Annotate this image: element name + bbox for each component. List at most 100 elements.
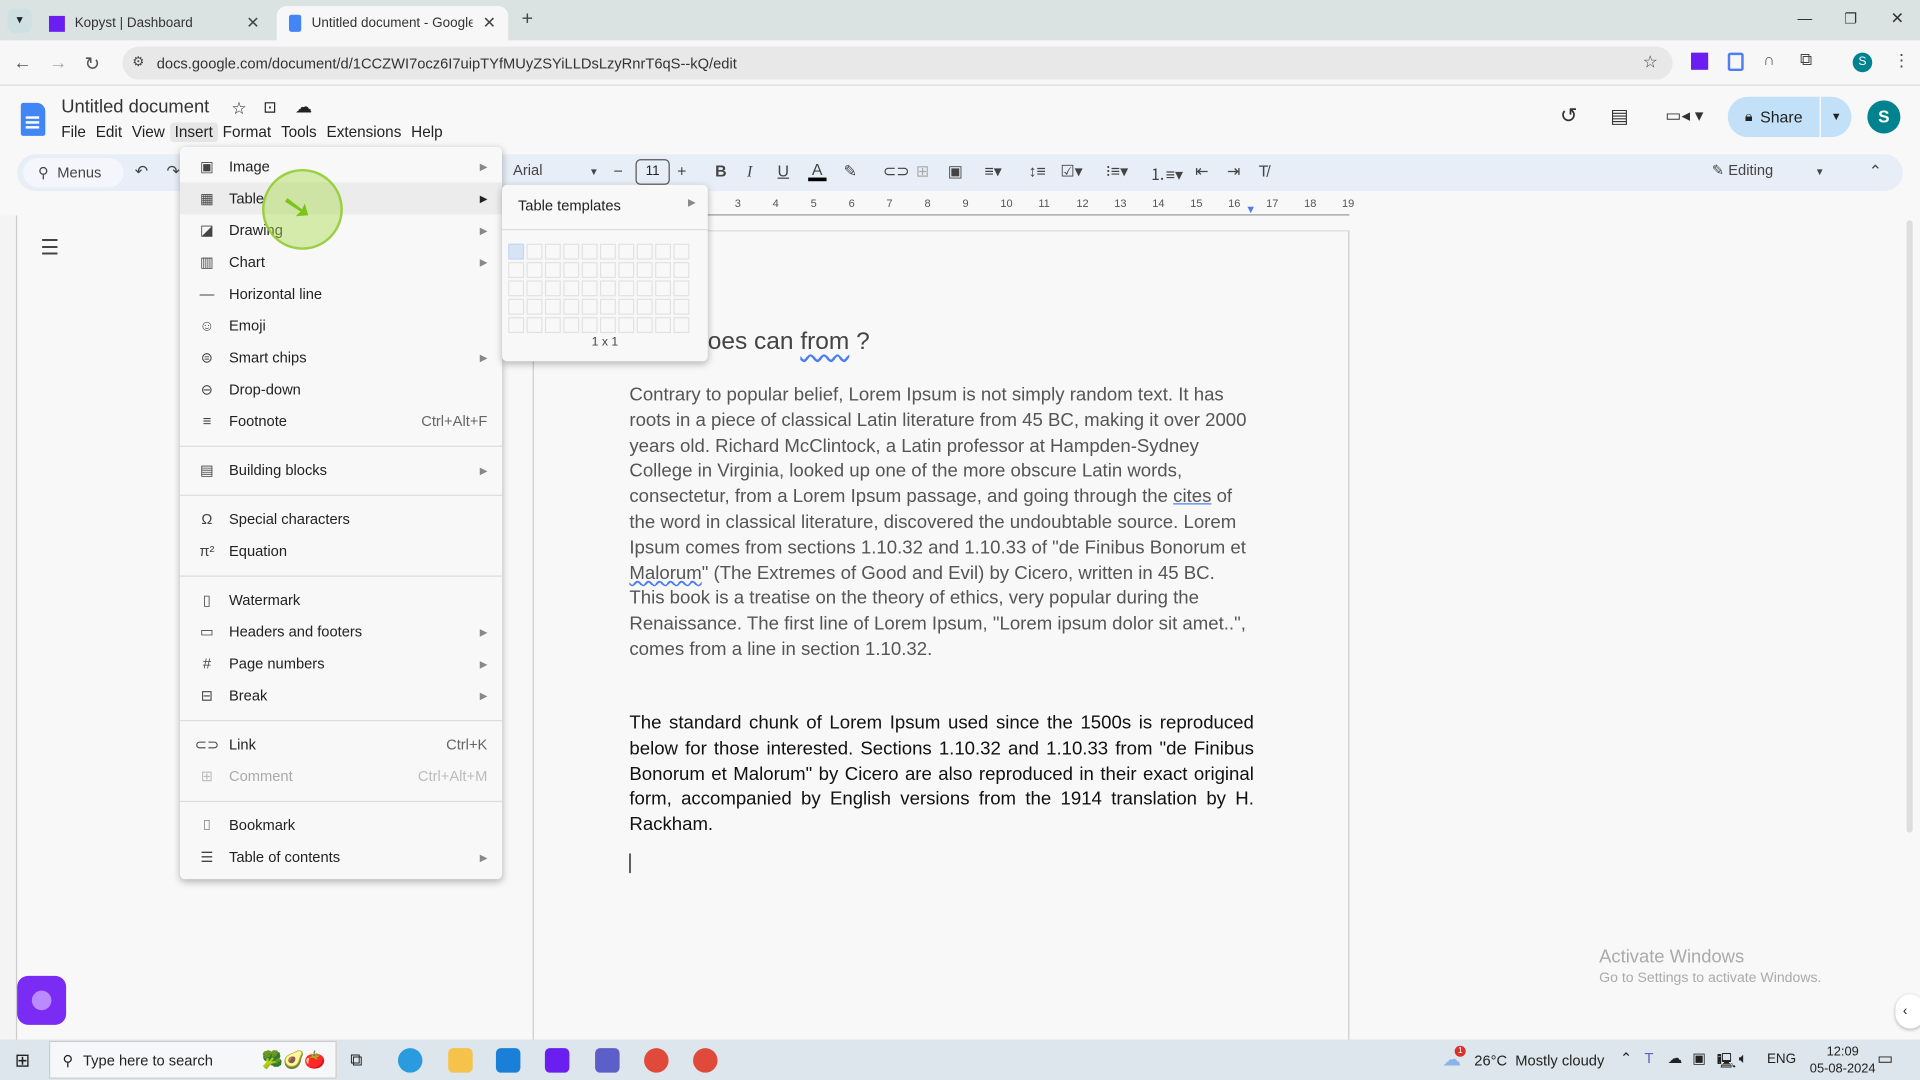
onedrive-icon[interactable]: ☁ xyxy=(1668,1049,1683,1066)
menu-item-emoji[interactable]: ☺ Emoji xyxy=(180,310,502,342)
table-grid-cell[interactable] xyxy=(618,243,635,260)
meet-icon[interactable]: ▭◂ ▾ xyxy=(1665,105,1703,126)
table-grid-cell[interactable] xyxy=(636,262,653,278)
editing-mode-select[interactable]: ✎ Editing ▼ xyxy=(1712,162,1825,179)
bookmark-star-icon[interactable]: ☆ xyxy=(1643,51,1658,72)
profile-avatar[interactable]: S xyxy=(1852,52,1873,73)
windows-start-icon[interactable]: ⊞ xyxy=(15,1049,30,1072)
table-grid-cell[interactable] xyxy=(618,317,635,334)
insert-image-icon[interactable]: ▣ xyxy=(948,162,963,182)
increase-indent-icon[interactable]: ⇥ xyxy=(1227,162,1240,182)
table-grid-cell[interactable] xyxy=(636,280,653,297)
table-grid-cell[interactable] xyxy=(526,262,543,278)
share-button[interactable]: 🔒︎ Share ▼ xyxy=(1727,96,1852,138)
menu-item-equation[interactable]: π² Equation xyxy=(180,535,502,567)
clock[interactable]: 12:09 05-08-2024 xyxy=(1810,1043,1876,1077)
menu-format[interactable]: Format xyxy=(218,122,276,142)
table-grid-cell[interactable] xyxy=(563,298,580,315)
menu-item-table-of-contents[interactable]: ☰ Table of contents ▶ xyxy=(180,841,502,873)
table-grid-cell[interactable] xyxy=(581,298,598,315)
table-grid-cell[interactable] xyxy=(544,243,561,260)
taskbar-search-input[interactable]: ⚲ Type here to search 🥦🥑🍅 xyxy=(48,1040,337,1079)
bold-icon[interactable]: B xyxy=(715,162,726,180)
menu-item-horizontal-line[interactable]: — Horizontal line xyxy=(180,278,502,310)
line-spacing-icon[interactable]: ↕≡ xyxy=(1029,162,1046,180)
url-input[interactable]: ⚙ docs.google.com/document/d/1CCZWI7ocz6… xyxy=(122,46,1673,80)
menu-item-drop-down[interactable]: ⊖ Drop-down xyxy=(180,373,502,405)
menu-file[interactable]: File xyxy=(56,122,90,142)
table-grid-cell[interactable] xyxy=(618,298,635,315)
bulleted-list-icon[interactable]: ⁝≡▾ xyxy=(1106,162,1128,182)
table-grid-cell[interactable] xyxy=(544,298,561,315)
table-grid-cell[interactable] xyxy=(581,262,598,278)
menu-item-building-blocks[interactable]: ▤ Building blocks ▶ xyxy=(180,454,502,486)
cloud-saved-icon[interactable]: ☁ xyxy=(295,97,312,118)
table-grid-cell[interactable] xyxy=(581,280,598,297)
numbered-list-icon[interactable]: ⒈≡▾ xyxy=(1150,162,1183,185)
table-grid-cell[interactable] xyxy=(655,243,672,260)
show-hidden-icons[interactable]: ⌃ xyxy=(1620,1049,1632,1066)
table-grid-cell[interactable] xyxy=(563,243,580,260)
scrollbar[interactable] xyxy=(1906,220,1913,833)
menu-item-page-numbers[interactable]: # Page numbers ▶ xyxy=(180,648,502,680)
minimize-button[interactable]: — xyxy=(1798,10,1813,27)
align-icon[interactable]: ≡▾ xyxy=(984,162,1001,182)
checklist-icon[interactable]: ☑▾ xyxy=(1060,162,1082,182)
search-menus-button[interactable]: ⚲ Menus xyxy=(23,157,124,188)
italic-icon[interactable]: I xyxy=(747,162,752,182)
network-icon[interactable]: 🖳 xyxy=(1717,1049,1737,1075)
extension-icon[interactable] xyxy=(1727,52,1744,72)
new-tab-button[interactable]: + xyxy=(522,9,533,31)
table-grid-cell[interactable] xyxy=(673,262,690,278)
table-grid-cell[interactable] xyxy=(563,262,580,278)
notifications-icon[interactable]: ▭ xyxy=(1877,1048,1893,1069)
mail-icon[interactable] xyxy=(495,1048,521,1073)
table-templates-item[interactable]: Table templates ▶ xyxy=(518,197,696,214)
table-grid-cell[interactable] xyxy=(508,298,525,315)
puzzle-extensions-icon[interactable]: ⧉ xyxy=(1800,49,1812,70)
star-icon[interactable]: ☆ xyxy=(231,98,246,119)
comments-icon[interactable]: ▤ xyxy=(1610,104,1629,128)
close-tab-icon[interactable]: ✕ xyxy=(483,13,496,33)
tab-search-button[interactable]: ▾ xyxy=(7,8,32,34)
extension-icon[interactable]: ∩ xyxy=(1763,50,1774,68)
camera-icon[interactable]: ▣ xyxy=(1692,1049,1706,1066)
edge-icon[interactable] xyxy=(397,1048,423,1073)
forward-icon[interactable]: → xyxy=(49,53,67,74)
table-grid-cell[interactable] xyxy=(526,298,543,315)
weather-text[interactable]: 26°C Mostly cloudy xyxy=(1474,1052,1604,1069)
right-indent-marker[interactable]: ▼ xyxy=(1245,203,1256,215)
table-grid-cell[interactable] xyxy=(544,262,561,278)
table-grid-cell[interactable] xyxy=(673,317,690,334)
volume-icon[interactable]: 🔈︎ xyxy=(1739,1049,1748,1067)
menu-view[interactable]: View xyxy=(127,122,170,142)
font-select[interactable]: Arial ▼ xyxy=(513,162,599,179)
menu-insert[interactable]: Insert xyxy=(169,122,218,143)
menu-item-watermark[interactable]: ▯ Watermark xyxy=(180,584,502,616)
table-grid-cell[interactable] xyxy=(673,298,690,315)
table-grid-cell[interactable] xyxy=(526,317,543,334)
docs-logo-icon[interactable] xyxy=(20,102,46,136)
menu-item-headers-and-footers[interactable]: ▭ Headers and footers ▶ xyxy=(180,616,502,648)
kopyst-taskbar-icon[interactable] xyxy=(544,1048,570,1073)
task-view-icon[interactable]: ⧉ xyxy=(350,1049,362,1070)
reload-icon[interactable]: ↻ xyxy=(84,53,99,75)
vertical-ruler[interactable] xyxy=(0,215,18,1049)
site-info-icon[interactable]: ⚙ xyxy=(132,54,144,70)
highlight-icon[interactable]: ✎ xyxy=(844,162,857,182)
menu-item-smart-chips[interactable]: ⊜ Smart chips ▶ xyxy=(180,342,502,374)
table-grid-cell[interactable] xyxy=(600,262,616,278)
table-grid-cell[interactable] xyxy=(563,317,580,334)
table-grid-cell[interactable] xyxy=(526,280,543,297)
table-grid-cell[interactable] xyxy=(581,317,598,334)
move-folder-icon[interactable]: ⊡ xyxy=(263,98,276,118)
tab-kopyst[interactable]: Kopyst | Dashboard ✕ xyxy=(37,6,272,40)
table-grid-cell[interactable] xyxy=(600,317,616,334)
table-grid-cell[interactable] xyxy=(673,243,690,260)
menu-item-link[interactable]: ⊂⊃ Link Ctrl+K xyxy=(180,729,502,761)
table-size-grid[interactable] xyxy=(508,243,690,334)
table-grid-cell[interactable] xyxy=(655,298,672,315)
table-grid-cell[interactable] xyxy=(526,243,543,260)
browser-menu-icon[interactable]: ⋮ xyxy=(1893,50,1910,71)
tab-google-docs[interactable]: Untitled document - Google Do ✕ xyxy=(276,6,509,41)
